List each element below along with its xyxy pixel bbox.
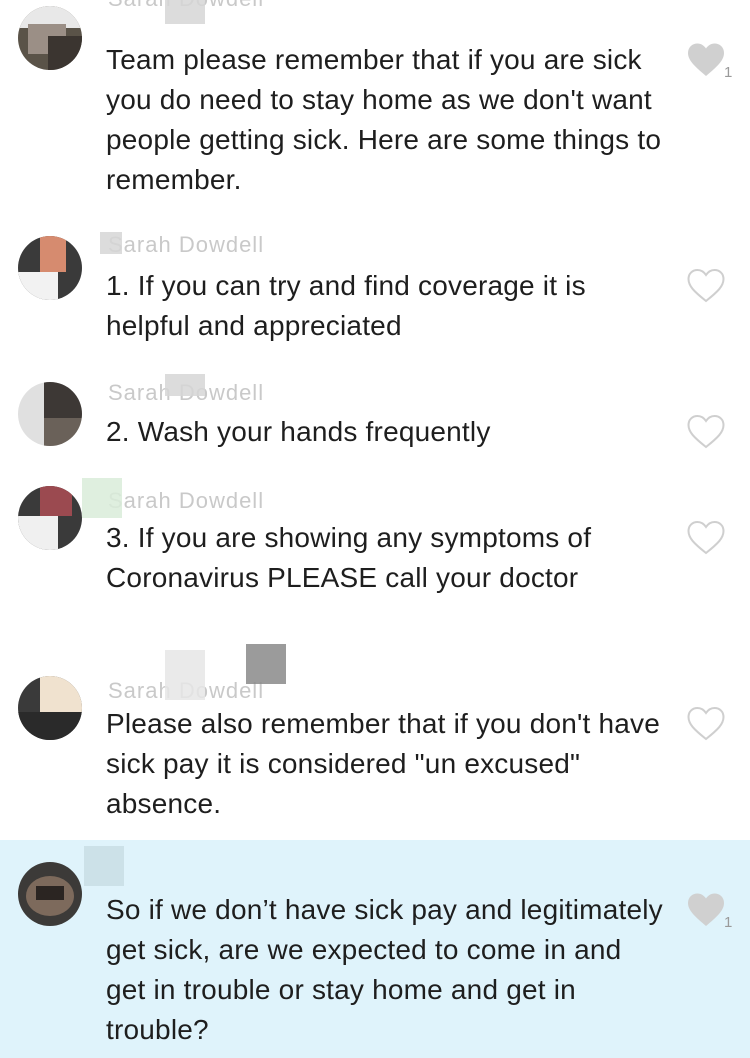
sender-redaction [165,0,205,24]
sender-redaction [165,374,205,396]
message-item[interactable]: Sarah Dowdell Team please remember that … [0,0,750,220]
message-text: Team please remember that if you are sic… [106,44,662,195]
message-item[interactable]: Sarah Dowdell 2. Wash your hands frequen… [0,360,750,470]
heart-filled-icon [688,893,724,926]
heart-filled-icon [688,43,724,76]
message-item[interactable]: Sarah Dowdell Please also remember that … [0,644,750,840]
sender-name: Sarah Dowdell [108,232,265,257]
avatar[interactable] [18,486,82,550]
avatar[interactable] [18,676,82,740]
message-item[interactable]: Sarah Dowdell 1. If you can try and find… [0,220,750,360]
sender-redaction [82,478,122,518]
like-button[interactable] [686,520,726,556]
like-button[interactable] [686,268,726,304]
heart-outline-icon [687,414,725,449]
message-text: So if we don’t have sick pay and legitim… [106,894,663,1045]
like-button[interactable] [686,414,726,450]
like-button[interactable] [686,42,726,78]
message-text: Please also remember that if you don't h… [106,708,661,819]
sender-redaction [246,644,286,684]
like-count: 1 [724,914,733,931]
message-thread: Sarah Dowdell Team please remember that … [0,0,750,1058]
sender-name: Sarah Dowdell [108,488,265,513]
message-item[interactable]: Sarah Dowdell 3. If you are showing any … [0,470,750,650]
avatar[interactable] [18,6,82,70]
heart-outline-icon [687,268,725,303]
heart-outline-icon [687,706,725,741]
avatar[interactable] [18,236,82,300]
avatar[interactable] [18,862,82,926]
heart-outline-icon [687,520,725,555]
sender-redaction [165,650,205,700]
like-count: 1 [724,64,733,81]
sender-redaction [84,846,124,886]
message-text: 3. If you are showing any symptoms of Co… [106,522,592,593]
like-button[interactable] [686,706,726,742]
like-button[interactable] [686,892,726,928]
avatar[interactable] [18,382,82,446]
message-text: 2. Wash your hands frequently [106,416,491,447]
sender-redaction [100,232,122,254]
message-text: 1. If you can try and find coverage it i… [106,270,586,341]
message-item-highlighted[interactable]: So if we don’t have sick pay and legitim… [0,840,750,1058]
